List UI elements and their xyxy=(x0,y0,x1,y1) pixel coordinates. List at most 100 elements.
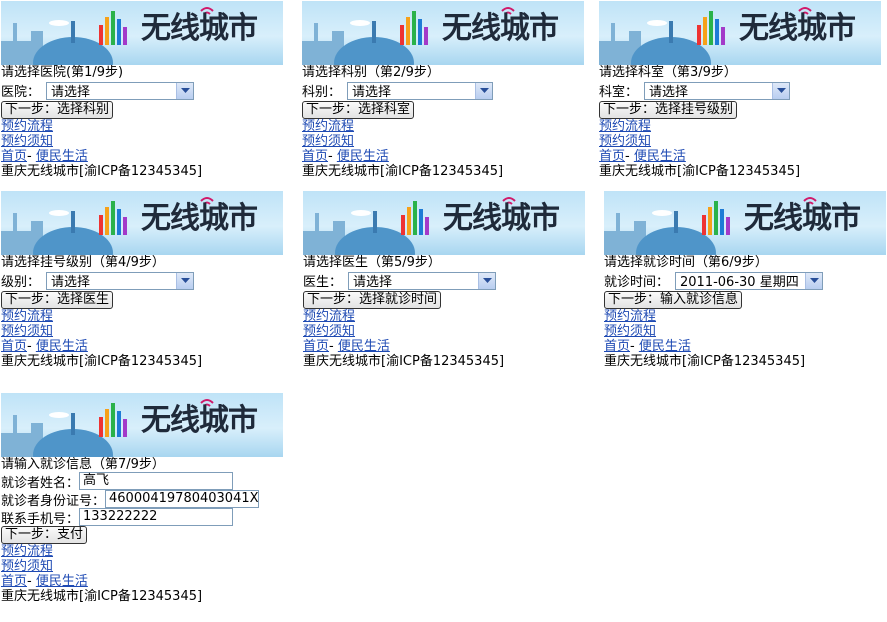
select-label: 级别： xyxy=(1,275,41,290)
footer-text: 重庆无线城市[渝ICP备12345345] xyxy=(604,354,806,369)
brand-logo-text: 无线城市 xyxy=(739,11,856,46)
booking-flow-link[interactable]: 预约流程 xyxy=(1,119,53,134)
banner: 无线城市 xyxy=(302,1,584,65)
select-value: 请选择 xyxy=(352,85,392,100)
home-link[interactable]: 首页 xyxy=(302,149,328,164)
step-panel-4: 无线城市 请选择挂号级别（第4/9步） 级别： 请选择 下一步：选择医生 预约流… xyxy=(1,191,283,369)
phone-input[interactable]: 133222222 xyxy=(79,508,234,526)
step-panel-5: 无线城市 请选择医生（第5/9步） 医生： 请选择 下一步：选择就诊时间 预约流… xyxy=(303,191,585,369)
banner: 无线城市 xyxy=(1,191,283,255)
life-service-link[interactable]: 便民生活 xyxy=(634,149,686,164)
step-title: 请选择医生（第5/9步） xyxy=(303,255,441,270)
booking-flow-link[interactable]: 预约流程 xyxy=(604,309,656,324)
home-link[interactable]: 首页 xyxy=(1,339,27,354)
step-title: 请选择就诊时间（第6/9步） xyxy=(604,255,768,270)
booking-notice-link[interactable]: 预约须知 xyxy=(1,559,53,574)
booking-flow-link[interactable]: 预约流程 xyxy=(599,119,651,134)
footer-text: 重庆无线城市[渝ICP备12345345] xyxy=(303,354,505,369)
chevron-down-icon[interactable] xyxy=(176,272,194,289)
chevron-down-icon[interactable] xyxy=(475,82,493,99)
home-link[interactable]: 首页 xyxy=(599,149,625,164)
footer-text: 重庆无线城市[渝ICP备12345345] xyxy=(1,354,203,369)
nav-separator: - xyxy=(329,339,338,354)
home-link[interactable]: 首页 xyxy=(1,149,27,164)
banner: 无线城市 xyxy=(1,1,283,65)
step-panel-3: 无线城市 请选择科室（第3/9步） 科室： 请选择 下一步：选择挂号级别 预约流… xyxy=(599,1,881,179)
select-value: 2011-06-30 星期四 xyxy=(680,275,799,290)
step-title: 请输入就诊信息（第7/9步） xyxy=(1,457,165,472)
chevron-down-icon[interactable] xyxy=(772,82,790,99)
booking-flow-link[interactable]: 预约流程 xyxy=(303,309,355,324)
nav-separator: - xyxy=(27,574,36,589)
hospital-select[interactable]: 请选择 xyxy=(46,81,195,100)
select-label: 科别： xyxy=(302,85,342,100)
department-select[interactable]: 请选择 xyxy=(347,81,494,100)
patient-id-label: 就诊者身份证号： xyxy=(1,493,106,509)
chevron-down-icon[interactable] xyxy=(805,272,823,289)
booking-notice-link[interactable]: 预约须知 xyxy=(1,134,53,149)
step-panel-7: 无线城市 请输入就诊信息（第7/9步） 就诊者姓名： 高飞 就诊者身份证号： 4… xyxy=(1,393,283,604)
footer-text: 重庆无线城市[渝ICP备12345345] xyxy=(599,164,801,179)
doctor-select[interactable]: 请选择 xyxy=(348,271,497,290)
brand-logo-text: 无线城市 xyxy=(141,11,258,46)
banner: 无线城市 xyxy=(1,393,283,457)
brand-logo-text: 无线城市 xyxy=(141,201,258,236)
booking-notice-link[interactable]: 预约须知 xyxy=(1,324,53,339)
select-label: 科室： xyxy=(599,85,639,100)
nav-separator: - xyxy=(625,149,634,164)
nav-separator: - xyxy=(27,339,36,354)
banner: 无线城市 xyxy=(604,191,886,255)
select-value: 请选择 xyxy=(649,85,689,100)
patient-name-label: 就诊者姓名： xyxy=(1,475,80,491)
booking-flow-link[interactable]: 预约流程 xyxy=(302,119,354,134)
next-step-button[interactable]: 下一步：选择就诊时间 xyxy=(303,291,442,309)
next-step-button[interactable]: 下一步：选择科别 xyxy=(1,101,114,119)
brand-logo-text: 无线城市 xyxy=(744,201,861,236)
phone-label: 联系手机号： xyxy=(1,511,80,527)
life-service-link[interactable]: 便民生活 xyxy=(338,339,390,354)
home-link[interactable]: 首页 xyxy=(303,339,329,354)
nav-separator: - xyxy=(27,149,36,164)
life-service-link[interactable]: 便民生活 xyxy=(36,574,88,589)
next-step-button[interactable]: 下一步：选择挂号级别 xyxy=(599,101,738,119)
step-panel-1: 无线城市 请选择医院(第1/9步) 医院： 请选择 下一步：选择科别 预约流程 … xyxy=(1,1,283,179)
booking-flow-link[interactable]: 预约流程 xyxy=(1,309,53,324)
footer-text: 重庆无线城市[渝ICP备12345345] xyxy=(1,164,203,179)
chevron-down-icon[interactable] xyxy=(478,272,496,289)
booking-notice-link[interactable]: 预约须知 xyxy=(604,324,656,339)
life-service-link[interactable]: 便民生活 xyxy=(639,339,691,354)
booking-notice-link[interactable]: 预约须知 xyxy=(302,134,354,149)
level-select[interactable]: 请选择 xyxy=(46,271,195,290)
next-step-button[interactable]: 下一步：选择医生 xyxy=(1,291,114,309)
nav-separator: - xyxy=(630,339,639,354)
booking-notice-link[interactable]: 预约须知 xyxy=(303,324,355,339)
next-step-button[interactable]: 下一步：支付 xyxy=(1,526,88,544)
select-value: 请选择 xyxy=(51,275,91,290)
visit-time-select[interactable]: 2011-06-30 星期四 xyxy=(675,271,824,290)
booking-notice-link[interactable]: 预约须知 xyxy=(599,134,651,149)
chevron-down-icon[interactable] xyxy=(176,82,194,99)
brand-logo-text: 无线城市 xyxy=(443,201,560,236)
patient-name-input[interactable]: 高飞 xyxy=(79,472,234,490)
life-service-link[interactable]: 便民生活 xyxy=(36,149,88,164)
footer-text: 重庆无线城市[渝ICP备12345345] xyxy=(1,589,203,604)
step-title: 请选择挂号级别（第4/9步） xyxy=(1,255,165,270)
patient-id-input[interactable]: 46000419780403041X xyxy=(105,490,260,508)
booking-flow-link[interactable]: 预约流程 xyxy=(1,544,53,559)
life-service-link[interactable]: 便民生活 xyxy=(337,149,389,164)
home-link[interactable]: 首页 xyxy=(1,574,27,589)
clinic-select[interactable]: 请选择 xyxy=(644,81,791,100)
select-label: 就诊时间： xyxy=(604,275,670,290)
nav-separator: - xyxy=(328,149,337,164)
select-value: 请选择 xyxy=(51,85,91,100)
next-step-button[interactable]: 下一步：选择科室 xyxy=(302,101,415,119)
select-label: 医院： xyxy=(1,85,41,100)
banner: 无线城市 xyxy=(303,191,585,255)
brand-logo-text: 无线城市 xyxy=(141,403,258,438)
life-service-link[interactable]: 便民生活 xyxy=(36,339,88,354)
home-link[interactable]: 首页 xyxy=(604,339,630,354)
next-step-button[interactable]: 下一步：输入就诊信息 xyxy=(604,291,743,309)
step-panel-6: 无线城市 请选择就诊时间（第6/9步） 就诊时间： 2011-06-30 星期四… xyxy=(604,191,886,369)
select-label: 医生： xyxy=(303,275,343,290)
select-value: 请选择 xyxy=(353,275,393,290)
